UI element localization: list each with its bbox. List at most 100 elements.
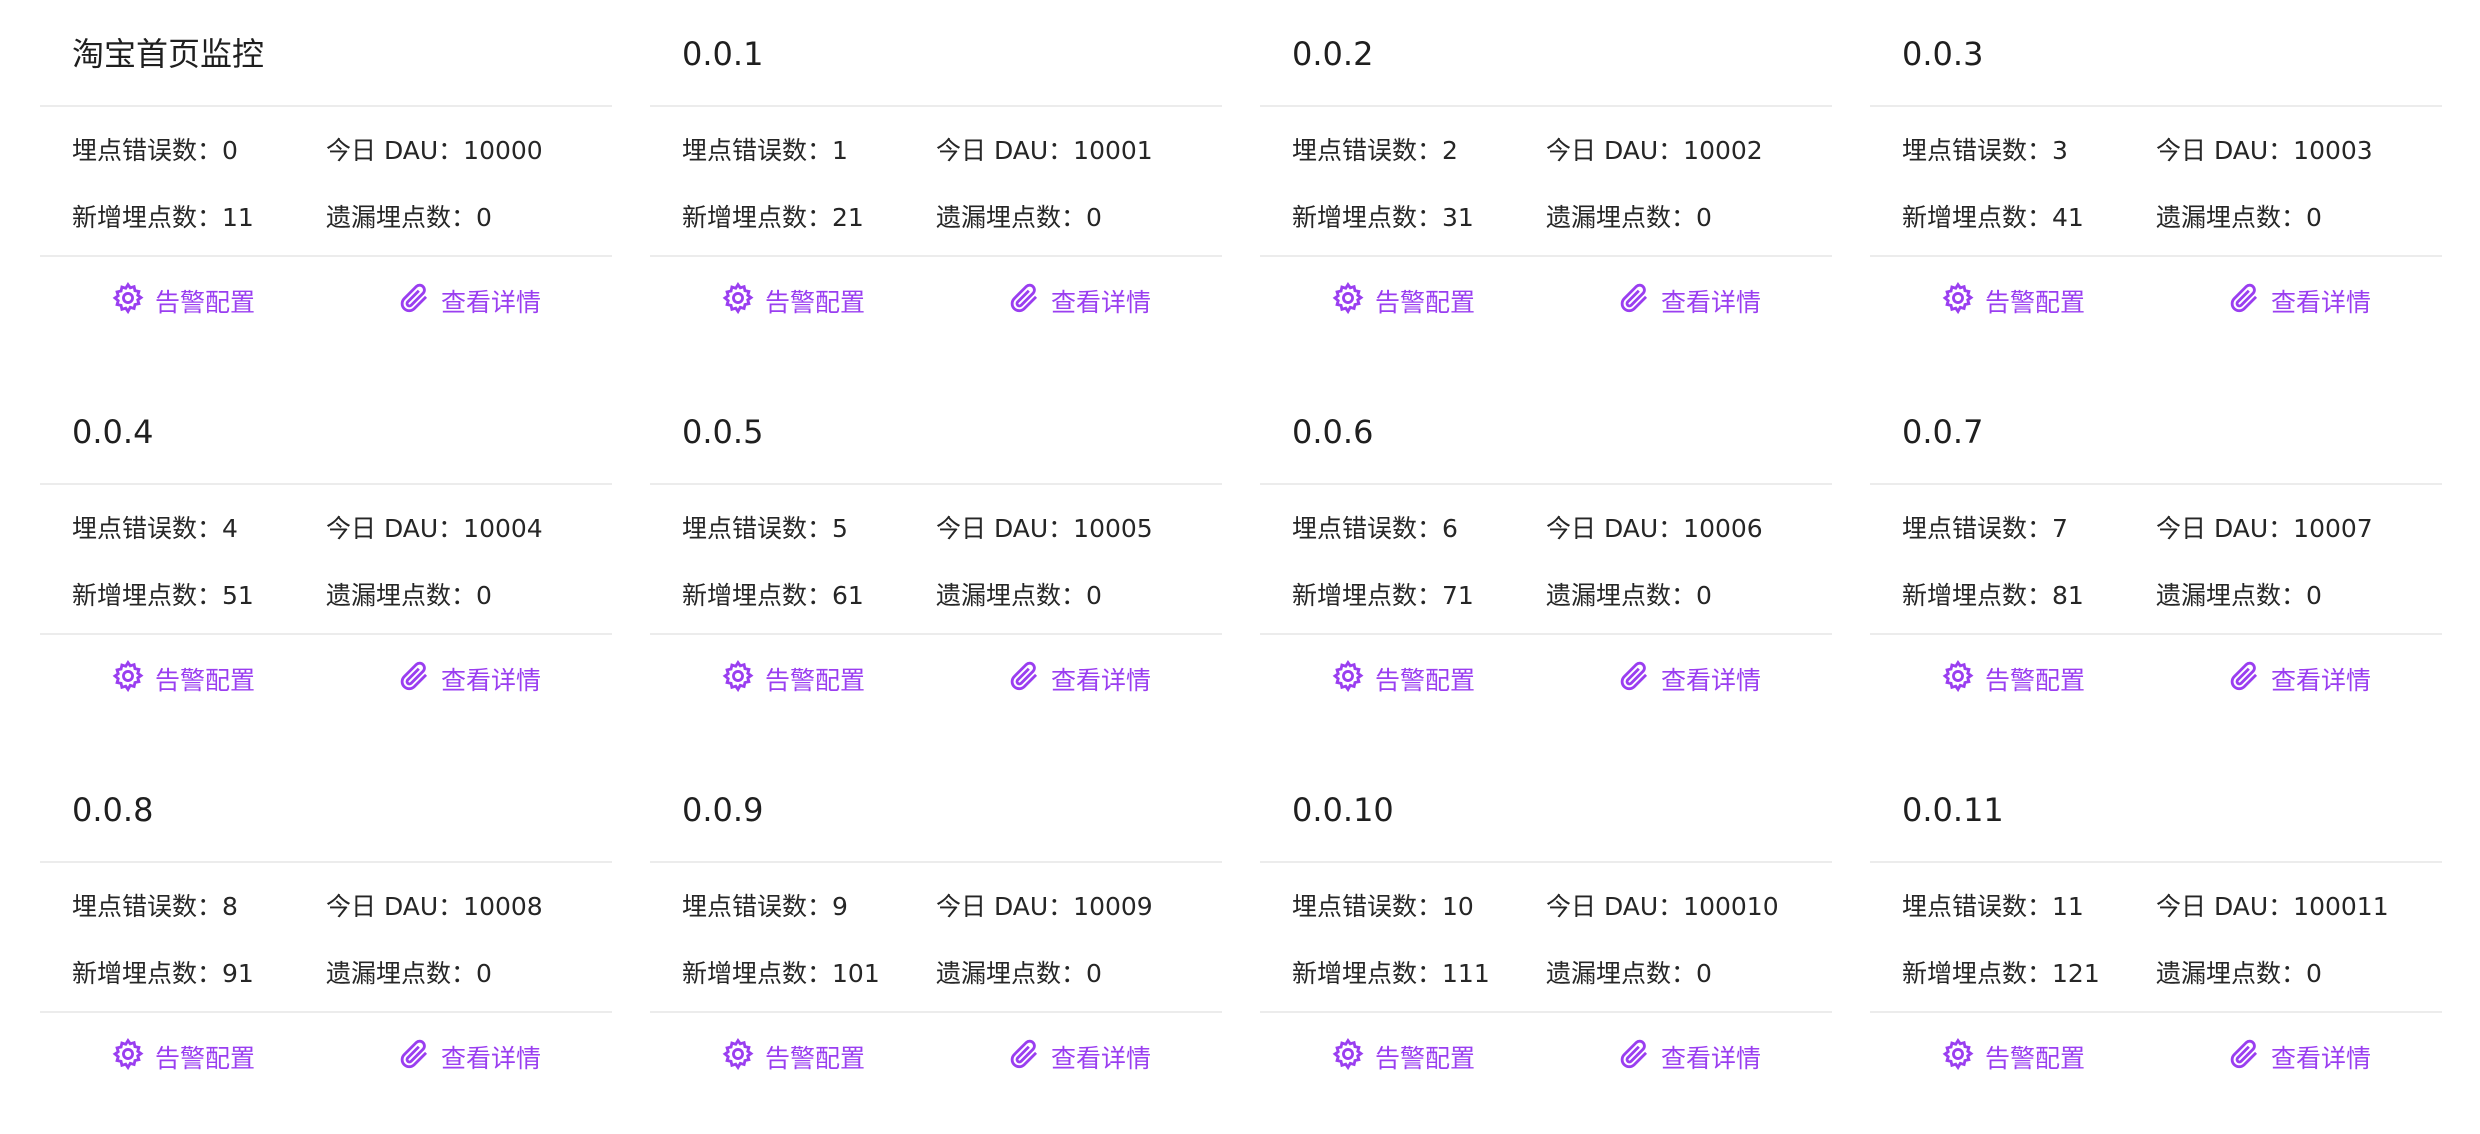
alert-config-button[interactable]: 告警配置 [650,281,936,321]
view-details-button[interactable]: 查看详情 [326,659,612,699]
stat-errors: 埋点错误数：11 [1902,885,2156,944]
stat-added: 新增埋点数：11 [72,196,326,255]
stat-errors-value: 7 [2052,514,2068,543]
card-title: 0.0.3 [1902,35,1984,73]
alert-config-button[interactable]: 告警配置 [1260,1037,1546,1077]
paperclip-icon [1617,659,1651,699]
card-title: 0.0.7 [1902,413,1984,451]
alert-config-button[interactable]: 告警配置 [650,659,936,699]
stat-missing-value: 0 [2306,203,2322,232]
stat-dau: 今日 DAU：10005 [936,507,1222,566]
view-details-button[interactable]: 查看详情 [2156,1037,2442,1077]
alert-config-button[interactable]: 告警配置 [1870,659,2156,699]
paperclip-icon [1617,281,1651,321]
view-details-button[interactable]: 查看详情 [1546,281,1832,321]
stat-dau: 今日 DAU：10004 [326,507,612,566]
view-details-label: 查看详情 [1660,288,1761,317]
stat-added-label: 新增埋点数： [72,203,223,232]
card-title: 0.0.6 [1292,413,1374,451]
view-details-label: 查看详情 [1050,1044,1151,1073]
card-title: 0.0.9 [682,791,764,829]
alert-config-button[interactable]: 告警配置 [650,1037,936,1077]
view-details-label: 查看详情 [1050,666,1151,695]
stat-errors-value: 2 [1442,136,1458,165]
view-details-button[interactable]: 查看详情 [326,281,612,321]
card-header: 淘宝首页监控 [40,0,612,107]
view-details-label: 查看详情 [2270,288,2371,317]
stat-dau-label: 今日 DAU： [1546,892,1684,921]
view-details-button[interactable]: 查看详情 [936,1037,1222,1077]
stat-errors-value: 10 [1442,892,1474,921]
stat-missing-value: 0 [2306,581,2322,610]
monitor-card: 0.0.11 埋点错误数：11 今日 DAU：100011 新增埋点数：121 … [1870,756,2442,1134]
gear-icon [1331,659,1365,699]
stat-errors-label: 埋点错误数： [1292,892,1443,921]
card-actions: 告警配置 查看详情 [1260,635,1832,723]
view-details-button[interactable]: 查看详情 [936,281,1222,321]
card-actions: 告警配置 查看详情 [1870,1013,2442,1101]
stat-errors-label: 埋点错误数： [1902,136,2053,165]
card-stats: 埋点错误数：0 今日 DAU：10000 新增埋点数：11 遗漏埋点数：0 [40,107,612,257]
view-details-button[interactable]: 查看详情 [1546,1037,1832,1077]
stat-added: 新增埋点数：61 [682,574,936,633]
stat-dau-value: 10008 [463,892,543,921]
stat-errors-label: 埋点错误数： [72,892,223,921]
monitor-card: 0.0.2 埋点错误数：2 今日 DAU：10002 新增埋点数：31 遗漏埋点… [1260,0,1832,378]
card-title: 0.0.5 [682,413,764,451]
stat-missing: 遗漏埋点数：0 [326,952,612,1011]
card-grid: 淘宝首页监控 埋点错误数：0 今日 DAU：10000 新增埋点数：11 遗漏埋… [0,0,2480,1134]
card-actions: 告警配置 查看详情 [40,635,612,723]
monitor-card: 0.0.8 埋点错误数：8 今日 DAU：10008 新增埋点数：91 遗漏埋点… [40,756,612,1134]
stat-errors-value: 5 [832,514,848,543]
view-details-label: 查看详情 [1660,1044,1761,1073]
alert-config-button[interactable]: 告警配置 [40,281,326,321]
stat-added-value: 101 [832,959,880,988]
stat-added-label: 新增埋点数： [1292,581,1443,610]
alert-config-button[interactable]: 告警配置 [40,1037,326,1077]
stat-missing-value: 0 [1696,959,1712,988]
gear-icon [1941,1037,1975,1077]
view-details-button[interactable]: 查看详情 [936,659,1222,699]
view-details-button[interactable]: 查看详情 [326,1037,612,1077]
view-details-button[interactable]: 查看详情 [2156,281,2442,321]
card-actions: 告警配置 查看详情 [1870,257,2442,345]
stat-errors-label: 埋点错误数： [1292,136,1443,165]
stat-added: 新增埋点数：81 [1902,574,2156,633]
alert-config-button[interactable]: 告警配置 [1260,281,1546,321]
alert-config-button[interactable]: 告警配置 [40,659,326,699]
alert-config-button[interactable]: 告警配置 [1870,281,2156,321]
stat-added: 新增埋点数：111 [1292,952,1546,1011]
stat-missing-value: 0 [1086,203,1102,232]
stat-added: 新增埋点数：121 [1902,952,2156,1011]
gear-icon [1331,281,1365,321]
card-title: 0.0.11 [1902,791,2004,829]
paperclip-icon [397,1037,431,1077]
alert-config-label: 告警配置 [154,666,255,695]
card-stats: 埋点错误数：10 今日 DAU：100010 新增埋点数：111 遗漏埋点数：0 [1260,863,1832,1013]
stat-errors: 埋点错误数：0 [72,129,326,188]
gear-icon [721,659,755,699]
view-details-button[interactable]: 查看详情 [2156,659,2442,699]
stat-missing: 遗漏埋点数：0 [1546,574,1832,633]
stat-dau-label: 今日 DAU： [326,514,464,543]
gear-icon [1941,659,1975,699]
alert-config-button[interactable]: 告警配置 [1260,659,1546,699]
stat-errors-label: 埋点错误数： [1902,892,2053,921]
stat-errors: 埋点错误数：9 [682,885,936,944]
stat-added: 新增埋点数：31 [1292,196,1546,255]
stat-missing-label: 遗漏埋点数： [2156,203,2307,232]
stat-errors: 埋点错误数：10 [1292,885,1546,944]
card-header: 0.0.10 [1260,756,1832,863]
paperclip-icon [2227,1037,2261,1077]
stat-missing-label: 遗漏埋点数： [1546,959,1697,988]
alert-config-label: 告警配置 [154,288,255,317]
stat-missing-value: 0 [1086,959,1102,988]
gear-icon [1331,1037,1365,1077]
alert-config-button[interactable]: 告警配置 [1870,1037,2156,1077]
view-details-label: 查看详情 [1050,288,1151,317]
stat-missing: 遗漏埋点数：0 [2156,952,2442,1011]
stat-dau-label: 今日 DAU： [936,514,1074,543]
stat-missing: 遗漏埋点数：0 [2156,196,2442,255]
view-details-button[interactable]: 查看详情 [1546,659,1832,699]
gear-icon [111,1037,145,1077]
